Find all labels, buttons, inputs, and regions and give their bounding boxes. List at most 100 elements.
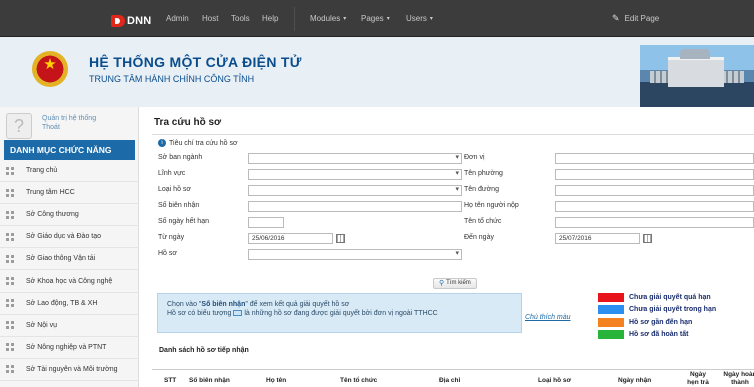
ho-so-select[interactable] bbox=[248, 249, 462, 260]
label-ten-phuong: Tên phường bbox=[464, 170, 503, 177]
avatar: ? bbox=[6, 113, 32, 139]
edit-page-label: Edit Page bbox=[624, 14, 660, 23]
label-so-ban-nganh: Sở ban ngành bbox=[158, 154, 203, 161]
col-so-bien-nhan[interactable]: Số biên nhận bbox=[189, 377, 230, 384]
to-date-input[interactable]: 25/07/2016 bbox=[555, 233, 640, 244]
site-banner: ★ HỆ THỐNG MỘT CỬA ĐIỆN TỬ TRUNG TÂM HÀN… bbox=[0, 37, 754, 107]
ten-phuong-select[interactable] bbox=[555, 169, 754, 180]
col-ho-ten[interactable]: Họ tên bbox=[266, 377, 286, 384]
label-ho-ten-nguoi-nop: Họ tên người nộp bbox=[464, 202, 519, 209]
col-loai-ho-so[interactable]: Loại hồ sơ bbox=[538, 377, 571, 384]
building-image bbox=[640, 45, 754, 107]
label-ten-to-chuc: Tên tổ chức bbox=[464, 218, 502, 225]
table-header: STT Số biên nhận Họ tên Tên tổ chức Địa … bbox=[152, 369, 754, 387]
sidebar-item-label: Sở Tài nguyên và Môi trường bbox=[26, 365, 118, 373]
calendar-icon[interactable] bbox=[643, 234, 652, 243]
list-title: Danh sách hồ sơ tiếp nhận bbox=[159, 347, 249, 354]
nav-modules[interactable]: Modules ▾ bbox=[310, 0, 346, 37]
sidebar-item-trang-chu[interactable]: Trang chủ bbox=[0, 160, 139, 183]
linh-vuc-select[interactable] bbox=[248, 169, 462, 180]
nav-host-label: Host bbox=[202, 14, 219, 23]
col-dia-chi[interactable]: Địa chỉ bbox=[439, 377, 460, 384]
sidebar-item-so-nong-nghiep[interactable]: Sở Nông nghiệp và PTNT bbox=[0, 337, 139, 359]
external-unit-icon bbox=[233, 310, 243, 317]
sidebar-item-label: Trang chủ bbox=[26, 167, 58, 175]
chevron-down-icon: ▾ bbox=[429, 16, 433, 22]
nav-admin[interactable]: Admin bbox=[166, 0, 189, 37]
col-ngay-hen-tra[interactable]: Ngày hẹn trả bbox=[684, 371, 712, 387]
sidebar-menu: Trang chủ Trung tâm HCC Sở Công thương S… bbox=[0, 160, 139, 381]
so-ngay-het-han-input[interactable] bbox=[248, 217, 284, 228]
dnn-logo-text: DNN bbox=[127, 15, 152, 27]
sidebar-item-so-cong-thuong[interactable]: Sở Công thương bbox=[0, 204, 139, 227]
pencil-icon: ✎ bbox=[612, 13, 620, 23]
chevron-down-icon: ▾ bbox=[386, 16, 390, 22]
sidebar-item-trung-tam-hcc[interactable]: Trung tâm HCC bbox=[0, 182, 139, 205]
criteria-label: i Tiêu chí tra cứu hồ sơ bbox=[158, 139, 238, 147]
sidebar-item-so-giao-duc[interactable]: Sở Giáo dục và Đào tạo bbox=[0, 226, 139, 249]
national-emblem-icon: ★ bbox=[32, 51, 68, 87]
ten-duong-select[interactable] bbox=[555, 185, 754, 196]
dnn-logo[interactable]: DNN bbox=[111, 14, 151, 28]
sidebar-item-so-tai-nguyen[interactable]: Sở Tài nguyên và Môi trường bbox=[0, 359, 139, 381]
grid-icon bbox=[6, 365, 14, 374]
from-date-input[interactable]: 25/06/2016 bbox=[248, 233, 333, 244]
nav-users[interactable]: Users ▾ bbox=[406, 0, 433, 37]
label-tu-ngay: Từ ngày bbox=[158, 234, 185, 241]
info-box: Chọn vào "Số biên nhận" để xem kết quả g… bbox=[157, 293, 522, 333]
search-button[interactable]: ⚲ Tìm kiếm bbox=[433, 278, 477, 289]
chevron-down-icon: ▾ bbox=[343, 16, 347, 22]
nav-pages-label: Pages bbox=[361, 14, 384, 23]
sidebar-item-so-noi-vu[interactable]: Sở Nội vụ bbox=[0, 315, 139, 337]
so-bien-nhan-input[interactable] bbox=[248, 201, 462, 212]
logout-link[interactable]: Thoát bbox=[42, 123, 132, 132]
label-den-ngay: Đến ngày bbox=[464, 234, 494, 241]
col-ngay-hoan-thanh[interactable]: Ngày hoàn thành bbox=[723, 371, 754, 387]
label-ten-duong: Tên đường bbox=[464, 186, 499, 193]
edit-page-button[interactable]: ✎ Edit Page bbox=[612, 0, 659, 37]
sidebar-item-label: Sở Giáo dục và Đào tạo bbox=[26, 233, 102, 241]
dnn-logo-icon bbox=[111, 15, 125, 27]
label-ho-so: Hồ sơ bbox=[158, 250, 177, 257]
user-panel: ? Quản trị hệ thống Thoát bbox=[6, 111, 136, 141]
site-title: HỆ THỐNG MỘT CỬA ĐIỆN TỬ bbox=[89, 54, 302, 70]
label-loai-ho-so: Loại hồ sơ bbox=[158, 186, 192, 193]
loai-ho-so-select[interactable] bbox=[248, 185, 462, 196]
sidebar-item-label: Sở Giao thông Vận tải bbox=[26, 255, 96, 263]
don-vi-select[interactable] bbox=[555, 153, 754, 164]
sidebar-item-so-lao-dong[interactable]: Sở Lao động, TB & XH bbox=[0, 293, 139, 315]
ho-ten-nguoi-nop-input[interactable] bbox=[555, 201, 754, 212]
sidebar-item-label: Sở Lao động, TB & XH bbox=[26, 299, 98, 307]
nav-pages[interactable]: Pages ▾ bbox=[361, 0, 390, 37]
grid-icon bbox=[6, 277, 14, 286]
nav-admin-label: Admin bbox=[166, 14, 189, 23]
sidebar-item-label: Trung tâm HCC bbox=[26, 189, 75, 197]
label-so-bien-nhan: Số biên nhận bbox=[158, 202, 200, 209]
legend-item: Chưa giải quyết trong hạn bbox=[598, 304, 716, 317]
nav-tools[interactable]: Tools bbox=[231, 0, 250, 37]
legend-swatch-blue bbox=[598, 305, 624, 315]
col-ngay-nhan[interactable]: Ngày nhận bbox=[618, 377, 651, 384]
search-button-label: Tìm kiếm bbox=[446, 280, 471, 286]
user-name-link[interactable]: Quản trị hệ thống bbox=[42, 114, 132, 123]
nav-modules-label: Modules bbox=[310, 14, 341, 23]
grid-icon bbox=[6, 254, 14, 263]
color-legend-link[interactable]: Chú thích màu bbox=[525, 314, 571, 321]
color-legend: Chưa giải quyết quá hạn Chưa giải quyết … bbox=[598, 291, 716, 341]
sidebar-item-so-giao-thong[interactable]: Sở Giao thông Vận tải bbox=[0, 248, 139, 271]
nav-host[interactable]: Host bbox=[202, 0, 218, 37]
sidebar: ? Quản trị hệ thống Thoát DANH MỤC CHỨC … bbox=[0, 107, 139, 387]
legend-item: Hồ sơ đã hoàn tất bbox=[598, 329, 716, 342]
sidebar-item-label: Sở Nông nghiệp và PTNT bbox=[26, 343, 107, 351]
nav-help[interactable]: Help bbox=[262, 0, 278, 37]
sidebar-item-so-khoa-hoc[interactable]: Sở Khoa học và Công nghệ bbox=[0, 270, 139, 293]
ten-to-chuc-input[interactable] bbox=[555, 217, 754, 228]
col-stt[interactable]: STT bbox=[164, 377, 176, 384]
control-bar: DNN Admin Host Tools Help Modules ▾ Pages… bbox=[0, 0, 754, 37]
label-linh-vuc: Lĩnh vực bbox=[158, 170, 186, 177]
grid-icon bbox=[6, 321, 14, 330]
so-ban-nganh-select[interactable] bbox=[248, 153, 462, 164]
main-content: Tra cứu hồ sơ i Tiêu chí tra cứu hồ sơ Sở… bbox=[140, 107, 754, 387]
calendar-icon[interactable] bbox=[336, 234, 345, 243]
col-ten-to-chuc[interactable]: Tên tổ chức bbox=[340, 377, 377, 384]
